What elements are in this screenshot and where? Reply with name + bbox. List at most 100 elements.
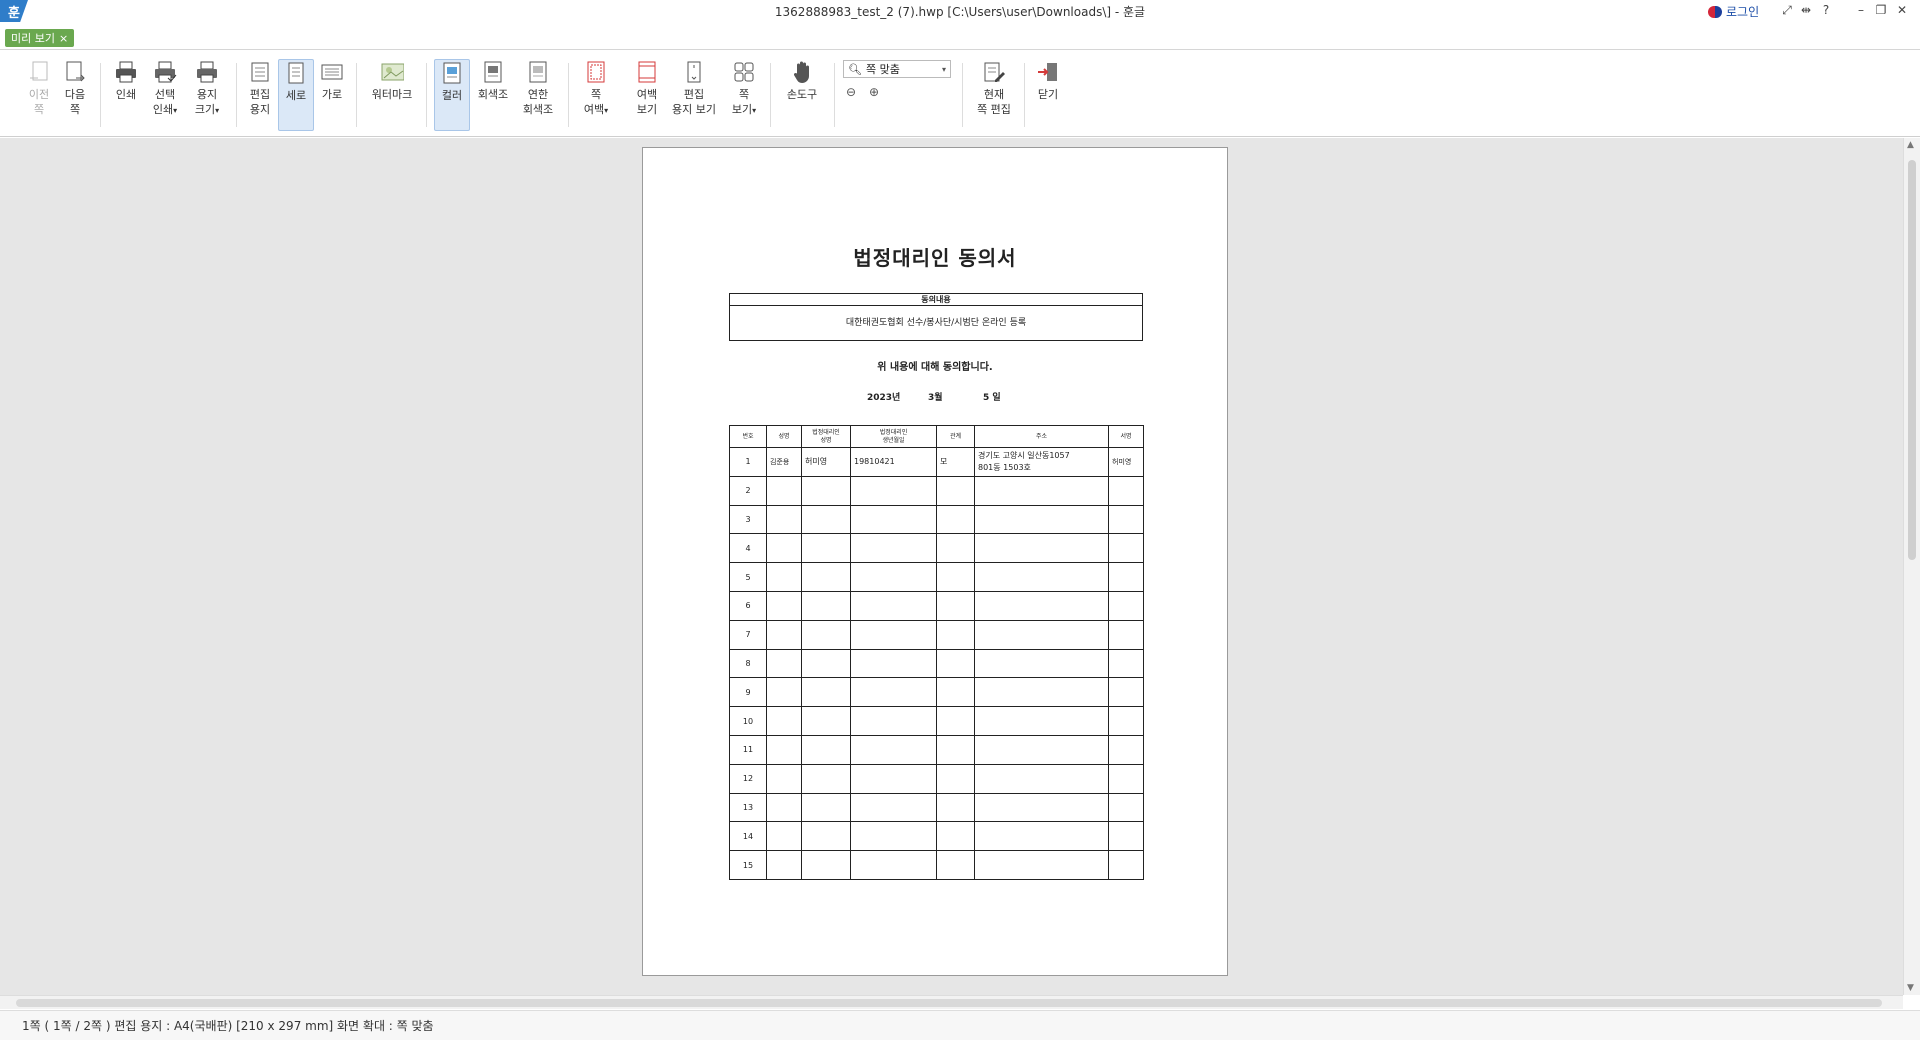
table-cell <box>766 706 802 736</box>
table-cell <box>936 648 975 679</box>
zoom-out-icon[interactable]: ⊖ <box>843 85 859 101</box>
login-label: 로그인 <box>1726 5 1760 19</box>
print-button[interactable]: 인쇄 <box>110 59 142 131</box>
next-page-button[interactable]: 다음 쪽 <box>60 59 90 131</box>
edit-paper-view-icon <box>682 59 706 85</box>
watermark-button[interactable]: 워터마크 <box>366 59 418 131</box>
horizontal-scrollbar[interactable] <box>0 995 1903 1009</box>
table-cell <box>974 677 1109 708</box>
watermark-icon <box>380 59 404 85</box>
prev-page-button[interactable]: 이전 쪽 <box>24 59 54 131</box>
edit-paper-button[interactable]: 편집 용지 <box>244 59 276 131</box>
table-cell <box>850 504 937 535</box>
horizontal-scroll-thumb[interactable] <box>16 999 1882 1007</box>
fullscreen-icon[interactable]: ⤢ <box>1778 3 1796 18</box>
page-view-icon <box>732 59 756 85</box>
light-grayscale-button[interactable]: 연한 회색조 <box>516 59 560 131</box>
hand-tool-button[interactable]: 손도구 <box>780 59 824 131</box>
table-cell: 15 <box>729 850 767 880</box>
table-cell <box>936 590 975 621</box>
table-cell <box>766 504 802 535</box>
vertical-scroll-thumb[interactable] <box>1908 160 1916 560</box>
prev-page-icon <box>27 59 51 85</box>
zoom-select[interactable]: 🔍︎ 쪽 맞춤 ▾ <box>843 60 951 78</box>
select-printer-icon <box>153 59 177 85</box>
landscape-button[interactable]: 가로 <box>316 59 348 131</box>
table-cell: 12 <box>729 763 767 794</box>
table-cell <box>766 562 802 592</box>
date-year: 2023년 <box>867 393 901 403</box>
status-bar: 1쪽 ( 1쪽 / 2쪽 ) 편집 용지 : A4(국배판) [210 x 29… <box>0 1010 1920 1040</box>
table-cell <box>974 763 1109 794</box>
paper-size-button[interactable]: 용지 크기▾ <box>190 59 224 131</box>
edit-paper-icon <box>248 59 272 85</box>
table-cell <box>936 619 975 650</box>
table-cell: 경기도 고양시 일산동1057 801동 1503호 <box>974 447 1109 477</box>
signer-table: 번호 성명 법정대리인 성명 법정대리인 생년월일 관계 주소 서명 1 김준용 허미영 1981… <box>729 425 1144 880</box>
table-row: 7 <box>729 619 1144 650</box>
table-cell: 13 <box>729 792 767 823</box>
margin-view-button[interactable]: 여백 보기 <box>630 59 664 131</box>
table-row: 4 <box>729 533 1144 564</box>
table-row: 12 <box>729 763 1144 794</box>
table-row: 10 <box>729 706 1144 736</box>
table-cell: 김준용 <box>766 447 802 477</box>
select-print-button[interactable]: 선택 인쇄▾ <box>148 59 182 131</box>
close-preview-button[interactable]: 닫기 <box>1032 59 1064 131</box>
scroll-down-icon[interactable]: ▼ <box>1907 983 1914 993</box>
table-cell <box>1108 562 1144 592</box>
table-cell <box>850 763 937 794</box>
table-row: 1 김준용 허미영 19810421 모 경기도 고양시 일산동1057 801동 150… <box>729 447 1144 477</box>
table-cell <box>936 792 975 823</box>
table-cell <box>801 475 851 506</box>
table-cell <box>801 706 851 736</box>
tab-close-icon[interactable]: × <box>59 32 68 45</box>
page-margin-button[interactable]: 쪽 여백▾ <box>578 59 614 131</box>
table-cell <box>974 504 1109 535</box>
current-page-edit-button[interactable]: 현재 쪽 편집 <box>972 59 1016 131</box>
separator <box>426 63 427 127</box>
table-cell: 10 <box>729 706 767 736</box>
portrait-button[interactable]: 세로 <box>278 59 314 131</box>
scroll-up-icon[interactable]: ▲ <box>1907 140 1914 150</box>
search-icon: 🔍︎ <box>848 62 862 76</box>
next-page-icon <box>63 59 87 85</box>
minimize-button[interactable]: – <box>1852 3 1870 17</box>
table-header-cell: 서명 <box>1108 425 1144 448</box>
table-cell <box>766 734 802 765</box>
table-cell: 7 <box>729 619 767 650</box>
close-window-button[interactable]: ✕ <box>1893 3 1911 17</box>
page-view-button[interactable]: 쪽 보기▾ <box>726 59 762 131</box>
grayscale-button[interactable]: 회색조 <box>474 59 512 131</box>
color-mode-button[interactable]: 컬러 <box>434 59 470 131</box>
table-cell <box>850 821 937 852</box>
vertical-scrollbar[interactable]: ▲ ▼ <box>1903 138 1920 995</box>
separator <box>962 63 963 127</box>
table-cell <box>850 533 937 564</box>
date-month: 3월 <box>928 393 943 403</box>
help-button[interactable]: ? <box>1817 3 1835 17</box>
tab-preview[interactable]: 미리 보기 × <box>5 29 75 47</box>
portrait-icon <box>284 60 308 86</box>
table-cell <box>974 590 1109 621</box>
table-cell <box>1108 734 1144 765</box>
table-cell <box>974 792 1109 823</box>
table-header-cell: 주소 <box>974 425 1109 448</box>
table-cell <box>1108 821 1144 852</box>
table-cell <box>1108 619 1144 650</box>
table-cell: 3 <box>729 504 767 535</box>
table-cell <box>1108 706 1144 736</box>
printer-icon <box>114 59 138 85</box>
table-cell <box>974 533 1109 564</box>
login-link[interactable]: 로그인 <box>1708 3 1759 20</box>
table-cell <box>936 475 975 506</box>
table-cell: 11 <box>729 734 767 765</box>
table-cell <box>974 821 1109 852</box>
restore-button[interactable]: ❐ <box>1872 3 1890 17</box>
table-cell <box>801 792 851 823</box>
fit-width-icon[interactable]: ⇹ <box>1797 3 1815 17</box>
table-cell <box>801 619 851 650</box>
zoom-in-icon[interactable]: ⊕ <box>866 85 882 101</box>
edit-paper-view-button[interactable]: 편집 용지 보기 <box>668 59 720 131</box>
table-body: 1 김준용 허미영 19810421 모 경기도 고양시 일산동1057 801동 150… <box>729 447 1144 880</box>
